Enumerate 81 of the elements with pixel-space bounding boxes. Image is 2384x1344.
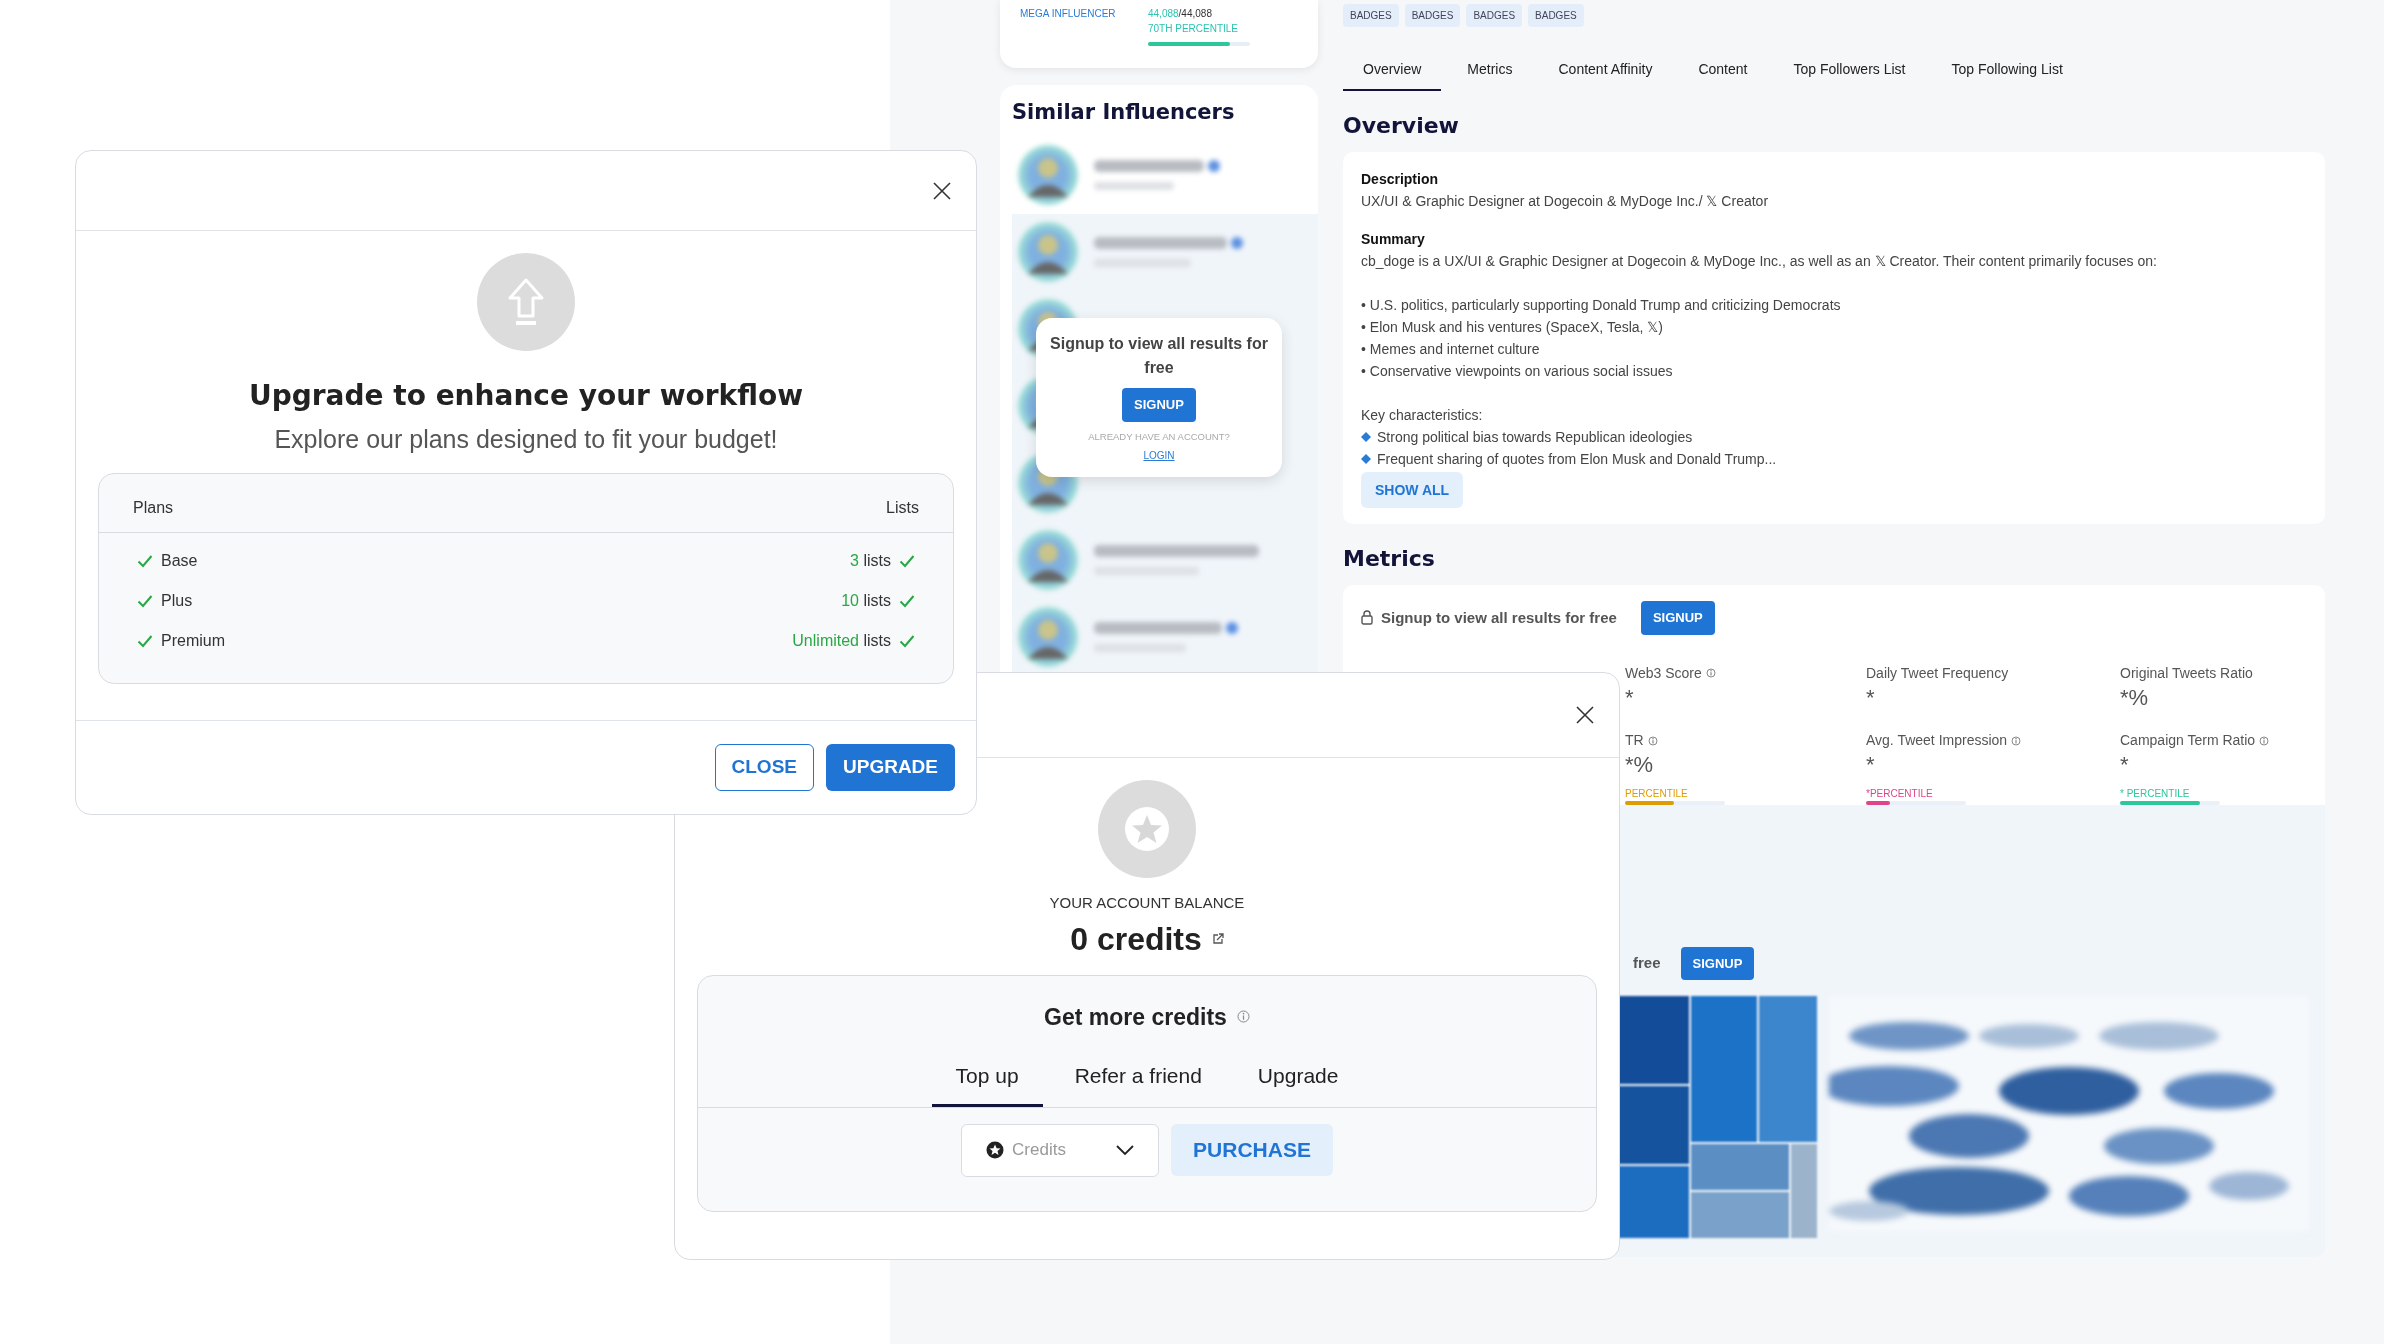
upgrade-button[interactable]: UPGRADE [826,744,955,791]
list-count: 3 lists [850,550,891,571]
tab[interactable]: Top Followers List [1773,55,1926,91]
section-title: Overview [1343,112,1460,140]
badge-chip: BADGES [1466,4,1523,27]
bullet-point: • Elon Musk and his ventures (SpaceX, Tesla, 𝕏) [1361,318,1664,337]
metric-label: Daily Tweet Frequency [1866,663,2009,683]
login-link[interactable]: LOGIN [1143,449,1175,461]
characteristics-label: Key characteristics: [1361,406,1484,425]
panel-title: Get more credits [1044,1002,1227,1032]
signup-prompt: Signup to view all results for free [1381,607,1617,628]
balance-label: YOUR ACCOUNT BALANCE [1049,893,1245,913]
signup-button[interactable]: SIGNUP [1122,388,1196,422]
section-title: Similar Influencers [1012,99,1236,126]
metric-value: * [1866,683,1876,712]
tab[interactable]: Top Following List [1931,55,2083,91]
tab[interactable]: Upgrade [1233,1050,1363,1107]
plan-name: Plus [161,590,193,611]
metric-value: * [1866,751,1876,780]
diamond-icon [1361,454,1371,464]
metric-label: TR [1625,731,1644,751]
tab[interactable]: Top up [931,1050,1043,1107]
signup-button[interactable]: SIGNUP [1640,601,1715,635]
tier-label: MEGA INFLUENCER [1020,7,1117,21]
characteristic-text: Strong political bias towards Republican ideologies [1377,428,1693,447]
metric-value: * [1625,683,1635,712]
field-label: Summary [1361,230,1426,249]
tab[interactable]: Refer a friend [1050,1050,1226,1107]
purchase-button[interactable]: PURCHASE [1171,1123,1333,1176]
section-title: Metrics [1343,545,1436,573]
avatar-icon [1016,143,1080,207]
badge-chip: BADGES [1528,4,1584,27]
popup-message: Signup to view all results for free [1049,334,1269,378]
dialog-subtitle: Explore our plans designed to fit your budget! [274,424,778,455]
diamond-icon [1361,432,1371,442]
field-label: Description [1361,170,1439,189]
metric-value: *% [1625,751,1655,780]
avatar-icon [1016,528,1080,592]
metric-value: *% [2120,683,2150,712]
list-count: Unlimited lists [792,630,891,651]
external-link-icon [1211,932,1224,945]
follower-value: 44,088 [1148,8,1179,19]
tab[interactable]: Content [1678,55,1768,91]
close-button[interactable]: CLOSE [714,744,814,791]
badge-chip: BADGES [1343,4,1399,27]
metric-label: Avg. Tweet Impression [1866,731,2008,751]
metric-label: Web3 Score [1625,663,1702,683]
list-count: 10 lists [841,590,891,611]
lock-icon [1361,610,1373,626]
tab[interactable]: Content Affinity [1538,55,1673,91]
signup-prompt: free [1633,953,1661,974]
plan-name: Base [161,550,198,571]
bullet-point: • Conservative viewpoints on various social issues [1361,362,1674,381]
badge-chip: BADGES [1404,4,1461,27]
summary-text: cb_doge is a UX/UI & Graphic Designer at Dogecoin & MyDoge Inc., as well as an 𝕏 Creator. Their content primarily focuses on: [1361,252,2158,271]
info-icon [1236,1010,1250,1024]
credit-balance: 0 credits [1070,919,1202,959]
plan-name: Premium [161,630,225,651]
metric-label: Campaign Term Ratio [2120,731,2256,751]
signup-button[interactable]: SIGNUP [1680,946,1755,981]
tab[interactable]: Overview [1343,55,1442,91]
show-all-button[interactable]: SHOW ALL [1361,472,1464,508]
column-header: Lists [886,497,919,518]
percentile-label: PERCENTILE [1625,786,1689,801]
avatar-icon [1016,220,1080,284]
percentile-label: *PERCENTILE [1866,786,1934,801]
bullet-point: • U.S. politics, particularly supporting Donald Trump and criticizing Democrats [1361,296,1842,315]
dialog-title: Upgrade to enhance your workflow [248,378,804,414]
characteristic-text: Frequent sharing of quotes from Elon Musk and Donald Trump... [1377,450,1777,469]
tab[interactable]: Metrics [1447,55,1533,91]
column-header: Plans [133,497,174,518]
avatar-icon [1016,605,1080,669]
metric-label: Original Tweets Ratio [2120,663,2253,683]
account-prompt: ALREADY HAVE AN ACCOUNT? [1087,429,1231,444]
description-text: UX/UI & Graphic Designer at Dogecoin & MyDoge Inc./ 𝕏 Creator [1361,192,1770,211]
metric-value: * [2120,751,2130,780]
percentile-label: 70TH PERCENTILE [1148,22,1240,36]
follower-total: /44,088 [1178,8,1212,19]
percentile-label: * PERCENTILE [2120,786,2191,801]
caret-icon [1116,1145,1135,1155]
bullet-point: • Memes and internet culture [1361,340,1541,359]
